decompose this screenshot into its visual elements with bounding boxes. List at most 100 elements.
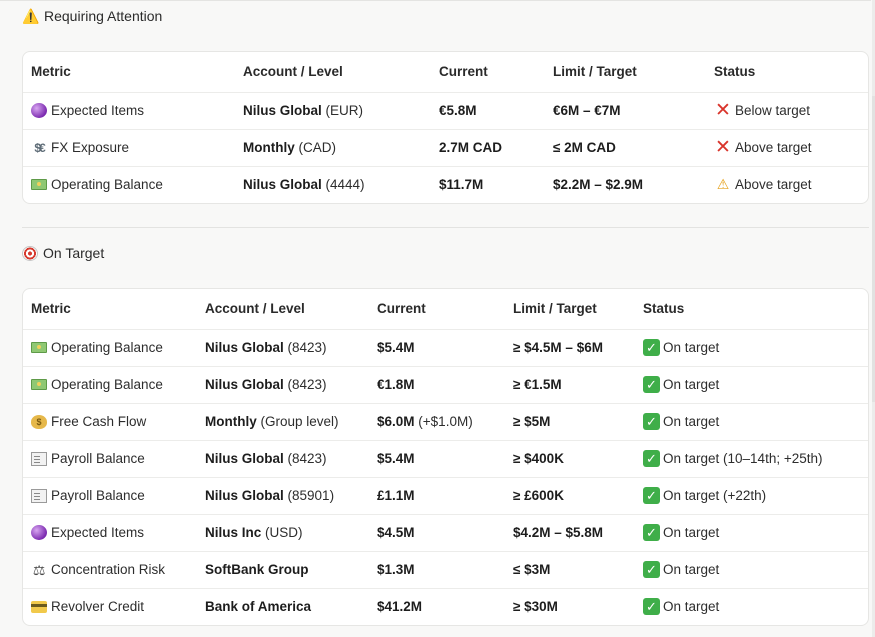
receipt-icon xyxy=(31,451,47,466)
limit-value: $2.2M – $2.9M xyxy=(545,165,706,203)
money-icon xyxy=(31,379,47,390)
metric-name: Operating Balance xyxy=(51,340,163,355)
check-icon: ✓ xyxy=(643,450,660,467)
section-title-text: On Target xyxy=(43,245,105,261)
current-value: $5.4M xyxy=(377,451,415,466)
status-text: On target xyxy=(663,377,720,392)
section-title-attention: ⚠️ Requiring Attention xyxy=(22,8,162,24)
status-text: Below target xyxy=(735,103,811,118)
column-header: Metric xyxy=(31,64,71,80)
limit-value: ≥ $30M xyxy=(505,587,635,625)
account-detail: (EUR) xyxy=(325,103,364,118)
account-detail: (Group level) xyxy=(260,414,339,429)
limit-value: €6M – €7M xyxy=(545,91,706,129)
limit-value: ≤ $3M xyxy=(505,550,635,588)
current-value: $1.3M xyxy=(377,562,415,577)
column-header: Current xyxy=(377,301,426,317)
status-text: On target xyxy=(663,599,720,615)
status-text: On target (+22th) xyxy=(663,488,767,503)
table-row: $ Free Cash Flow Monthly (Group level) $6… xyxy=(23,402,868,440)
status-text: On target xyxy=(663,340,720,355)
target-icon xyxy=(22,245,38,261)
table-row: $€ FX Exposure Monthly (CAD) 2.7M CAD ≤ 2… xyxy=(23,128,868,166)
crystal-ball-icon xyxy=(31,103,47,118)
metric-name: Free Cash Flow xyxy=(51,414,147,429)
on-target-table: Metric Account / Level Current Limit / T… xyxy=(23,289,868,625)
balance-scale-icon: ⚖ xyxy=(32,561,46,578)
current-value: $11.7M xyxy=(431,165,545,203)
current-value: $41.2M xyxy=(377,599,423,615)
attention-table: Metric Account / Level Current Limit / T… xyxy=(23,52,868,203)
account-detail: (85901) xyxy=(287,488,335,503)
current-value: 2.7M CAD xyxy=(431,128,545,166)
column-header: Current xyxy=(439,64,488,80)
account-name: SoftBank Group xyxy=(205,562,309,577)
top-divider xyxy=(0,0,871,1)
current-value: $6.0M xyxy=(377,414,415,429)
metric-name: Operating Balance xyxy=(51,377,163,392)
account-detail: (8423) xyxy=(287,451,327,466)
current-value: $4.5M xyxy=(377,525,415,540)
table-row: Payroll Balance Nilus Global (8423) $5.4… xyxy=(23,439,868,477)
account-name: Monthly xyxy=(243,140,295,155)
current-detail: (+$1.0M) xyxy=(418,414,473,429)
check-icon: ✓ xyxy=(643,339,660,356)
section-divider xyxy=(22,227,869,228)
account-detail: (USD) xyxy=(265,525,303,540)
red-x-icon: ✕ xyxy=(715,137,731,158)
crystal-ball-icon xyxy=(31,525,47,540)
current-value: $5.4M xyxy=(377,340,415,355)
metric-name: Expected Items xyxy=(51,103,145,118)
table-row: Operating Balance Nilus Global (8423) €1… xyxy=(23,365,868,403)
status-text: On target (10–14th; +25th) xyxy=(663,451,823,466)
column-header: Status xyxy=(714,64,756,80)
metric-name: FX Exposure xyxy=(51,140,130,155)
account-name: Nilus Global xyxy=(205,340,284,355)
limit-value: ≥ £600K xyxy=(505,476,635,514)
section-title-on-target: On Target xyxy=(22,245,104,261)
table-row: Expected Items Nilus Inc (USD) $4.5M $4.… xyxy=(23,513,868,551)
metric-name: Operating Balance xyxy=(51,177,163,193)
account-name: Nilus Global xyxy=(205,451,284,466)
metric-name: Revolver Credit xyxy=(51,599,145,615)
account-name: Bank of America xyxy=(205,599,312,615)
status-text: On target xyxy=(663,414,720,429)
table-row: Operating Balance Nilus Global (4444) $1… xyxy=(23,165,868,203)
status-text: On target xyxy=(663,525,720,540)
current-value: €5.8M xyxy=(431,91,545,129)
check-icon: ✓ xyxy=(643,524,660,541)
account-detail: (4444) xyxy=(325,177,365,193)
table-row: Expected Items Nilus Global (EUR) €5.8M … xyxy=(23,91,868,129)
money-icon xyxy=(31,179,47,191)
warning-icon: ⚠️ xyxy=(22,8,40,24)
on-target-table-card: Metric Account / Level Current Limit / T… xyxy=(22,288,869,626)
limit-value: ≥ $400K xyxy=(505,439,635,477)
account-name: Monthly xyxy=(205,414,257,429)
table-row: Operating Balance Nilus Global (8423) $5… xyxy=(23,328,868,366)
current-value: £1.1M xyxy=(377,488,415,503)
money-icon xyxy=(31,342,47,353)
warning-icon: ⚠ xyxy=(716,176,730,193)
account-name: Nilus Global xyxy=(243,177,322,193)
account-name: Nilus Global xyxy=(205,377,284,392)
status-text: On target xyxy=(663,562,720,577)
metric-name: Expected Items xyxy=(51,525,145,540)
column-header: Account / Level xyxy=(243,64,343,80)
account-name: Nilus Global xyxy=(243,103,322,118)
check-icon: ✓ xyxy=(643,561,660,578)
table-row: ⚖ Concentration Risk SoftBank Group $1.3M… xyxy=(23,550,868,588)
column-header: Status xyxy=(643,301,685,317)
check-icon: ✓ xyxy=(643,598,660,616)
table-row: Payroll Balance Nilus Global (85901) £1.… xyxy=(23,476,868,514)
table-header-row: Metric Account / Level Current Limit / T… xyxy=(23,52,868,92)
money-bag-icon: $ xyxy=(31,414,47,429)
limit-value: $4.2M – $5.8M xyxy=(505,513,635,551)
limit-value: ≤ 2M CAD xyxy=(545,128,706,166)
current-value: €1.8M xyxy=(377,377,415,392)
check-icon: ✓ xyxy=(643,487,660,504)
account-detail: (CAD) xyxy=(298,140,337,155)
attention-table-card: Metric Account / Level Current Limit / T… xyxy=(22,51,869,204)
account-name: Nilus Global xyxy=(205,488,284,503)
credit-card-icon xyxy=(31,600,47,613)
check-icon: ✓ xyxy=(643,376,660,393)
